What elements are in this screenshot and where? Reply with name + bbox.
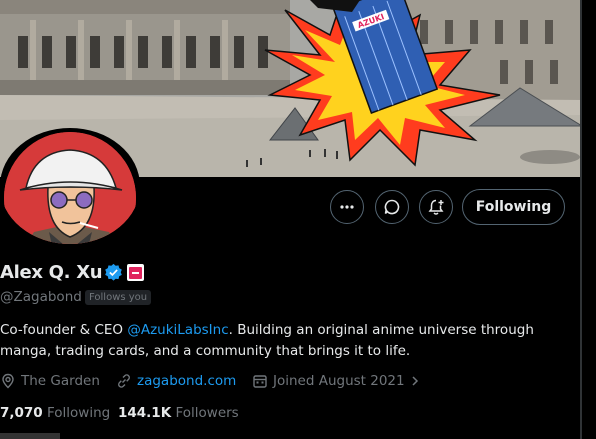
following-count-link[interactable]: 7,070 Following <box>0 405 110 421</box>
display-name: Alex Q. Xu <box>0 262 103 283</box>
more-button[interactable] <box>330 190 364 224</box>
location-icon <box>2 373 14 389</box>
avatar-image <box>4 132 136 244</box>
next-section-peek <box>0 433 60 439</box>
joined-date[interactable]: Joined August 2021 <box>252 373 426 389</box>
chevron-right-icon <box>412 376 418 386</box>
following-button[interactable]: Following <box>462 189 565 225</box>
message-icon <box>384 199 400 215</box>
joined-text: Joined August 2021 <box>273 373 405 389</box>
followers-label: Followers <box>175 405 239 421</box>
website-link[interactable]: zagabond.com <box>137 373 236 389</box>
bio: Co-founder & CEO @AzukiLabsInc. Building… <box>0 320 580 362</box>
affiliation-badge-icon[interactable] <box>127 264 144 281</box>
followers-count-link[interactable]: 144.1K Followers <box>118 405 239 421</box>
following-label: Following <box>47 405 111 421</box>
bio-text: Co-founder & CEO <box>0 322 128 338</box>
notification-add-icon <box>428 199 444 215</box>
follows-you-badge: Follows you <box>85 290 152 305</box>
following-count: 7,070 <box>0 405 43 421</box>
more-icon <box>340 205 354 209</box>
location: The Garden <box>0 373 100 389</box>
followers-count: 144.1K <box>118 405 172 421</box>
link-icon <box>118 374 130 388</box>
notifications-button[interactable] <box>419 190 453 224</box>
website[interactable]: zagabond.com <box>116 373 236 389</box>
verified-icon[interactable] <box>104 263 123 282</box>
user-handle: @Zagabond <box>0 289 82 305</box>
location-text: The Garden <box>21 373 100 389</box>
scrollbar-track <box>580 0 582 439</box>
bio-mention-link[interactable]: @AzukiLabsInc <box>127 322 228 338</box>
message-button[interactable] <box>375 190 409 224</box>
avatar[interactable] <box>0 128 140 244</box>
calendar-icon <box>253 375 267 388</box>
